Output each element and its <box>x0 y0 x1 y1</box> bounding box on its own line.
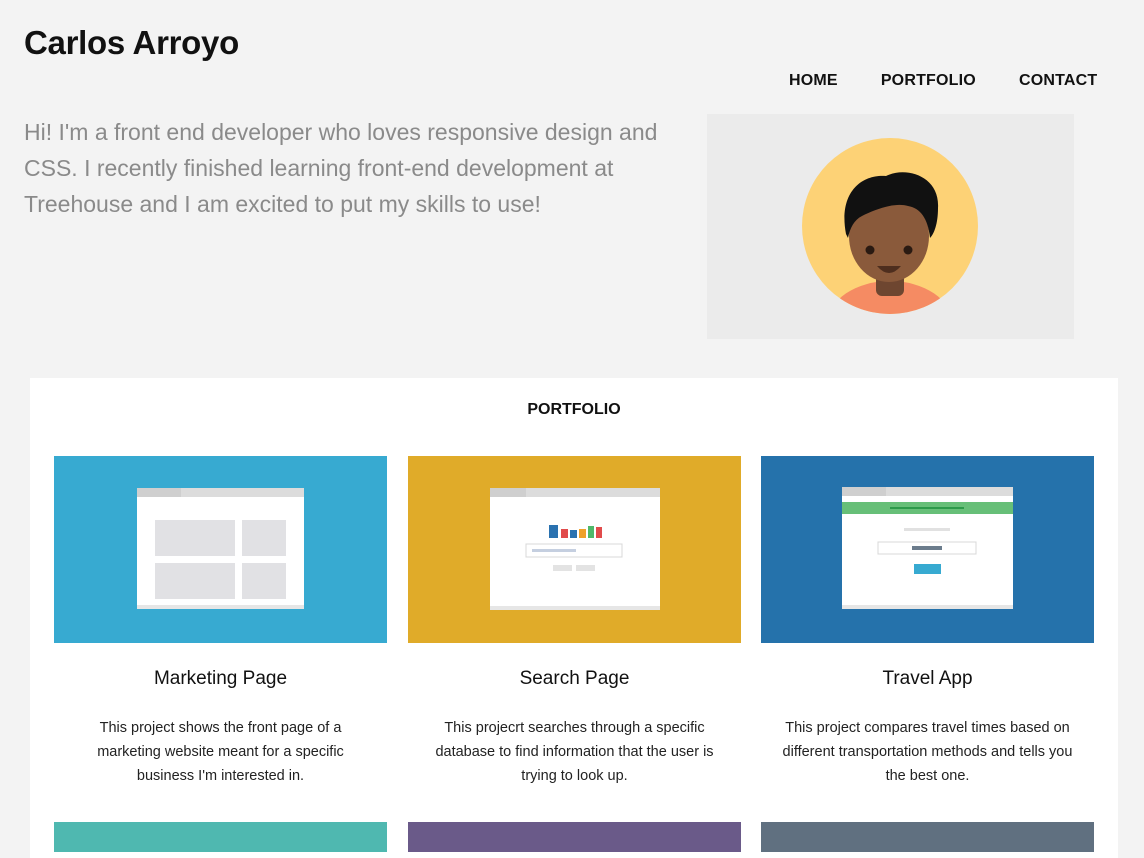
project-title[interactable]: Marketing Page <box>54 668 387 690</box>
nav-contact[interactable]: CONTACT <box>1019 72 1097 90</box>
nav-home[interactable]: HOME <box>789 72 838 90</box>
wireframe-grid-icon <box>137 488 304 609</box>
project-thumbnail[interactable] <box>54 456 387 643</box>
intro-text: Hi! I'm a front end developer who loves … <box>24 119 658 217</box>
nav-portfolio[interactable]: PORTFOLIO <box>881 72 976 90</box>
travel-app-icon <box>842 487 1013 609</box>
project-card-travel[interactable]: Travel App This project compares travel … <box>761 456 1094 784</box>
project-description: This project shows the front page of a m… <box>97 720 344 784</box>
project-card-marketing[interactable]: Marketing Page This project shows the fr… <box>54 456 387 784</box>
person-avatar-icon <box>802 138 978 314</box>
project-thumbnail-next[interactable] <box>54 822 387 852</box>
project-thumbnail[interactable] <box>408 456 741 643</box>
project-description: This project compares travel times based… <box>782 720 1073 784</box>
portfolio-section: PORTFOLIO Marketing Page This project sh… <box>30 378 1118 858</box>
project-title[interactable]: Search Page <box>408 668 741 690</box>
project-thumbnail-next[interactable] <box>408 822 741 852</box>
search-page-icon <box>490 488 660 610</box>
site-title: Carlos Arroyo <box>24 24 239 61</box>
avatar-frame <box>707 114 1074 339</box>
project-thumbnail[interactable] <box>761 456 1094 643</box>
portfolio-heading: PORTFOLIO <box>527 401 621 418</box>
project-thumbnail-next[interactable] <box>761 822 1094 852</box>
main-nav: HOME PORTFOLIO CONTACT <box>789 72 1097 90</box>
project-card-search[interactable]: Search Page This projecrt searches throu… <box>408 456 741 784</box>
project-title[interactable]: Travel App <box>761 668 1094 690</box>
project-description: This projecrt searches through a specifi… <box>435 720 714 784</box>
